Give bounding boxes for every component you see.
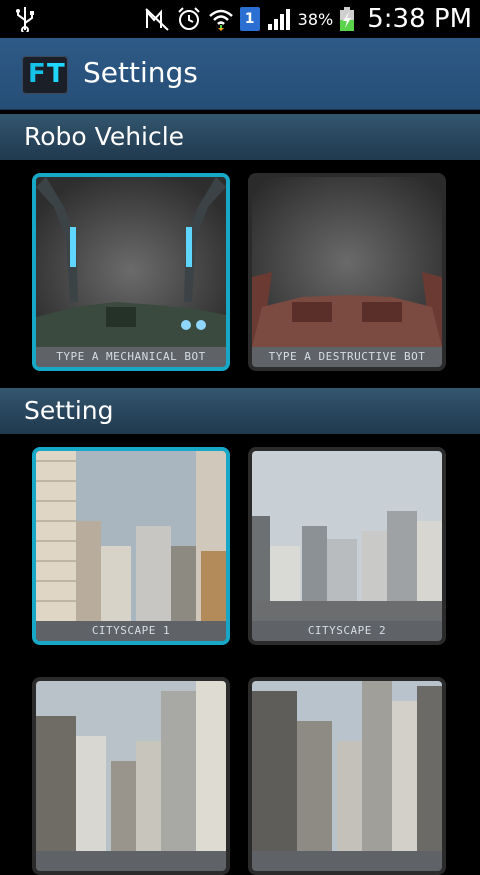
battery-percent: 38% <box>297 9 334 29</box>
vehicle-card-destructive-bot[interactable]: TYPE A DESTRUCTIVE BOT <box>248 173 446 371</box>
cityscape-3-image <box>36 681 226 851</box>
page-title: Settings <box>83 56 198 89</box>
app-logo-icon[interactable]: F T <box>22 56 68 94</box>
setting-card-cityscape-2[interactable]: CITYSCAPE 2 <box>248 447 446 645</box>
card-caption <box>36 851 226 871</box>
destructive-bot-cockpit-image <box>252 177 442 347</box>
battery-charging-icon <box>340 7 355 31</box>
card-caption: TYPE A MECHANICAL BOT <box>36 347 226 367</box>
section-header-robo-vehicle: Robo Vehicle <box>0 114 480 160</box>
signal-icon <box>267 9 290 30</box>
alarm-icon <box>177 7 200 30</box>
section-header-setting: Setting <box>0 388 480 434</box>
setting-card-cityscape-1[interactable]: CITYSCAPE 1 <box>32 447 230 645</box>
card-caption: CITYSCAPE 1 <box>36 621 226 641</box>
logo-letter-t: T <box>47 59 65 89</box>
logo-letter-f: F <box>28 59 46 89</box>
cityscape-4-image <box>252 681 442 851</box>
mechanical-bot-cockpit-image <box>36 177 226 347</box>
clock: 5:38 PM <box>367 4 472 34</box>
sim-icon: 1 <box>239 7 260 31</box>
usb-icon <box>16 7 34 32</box>
card-caption: TYPE A DESTRUCTIVE BOT <box>252 347 442 367</box>
vehicle-card-mechanical-bot[interactable]: TYPE A MECHANICAL BOT <box>32 173 230 371</box>
cityscape-2-image <box>252 451 442 621</box>
card-caption <box>252 851 442 871</box>
status-bar: 1 38% 5:38 PM <box>0 0 480 38</box>
no-signal-icon <box>144 8 169 31</box>
wifi-icon <box>208 9 233 31</box>
setting-card-cityscape-3[interactable] <box>32 677 230 875</box>
card-caption: CITYSCAPE 2 <box>252 621 442 641</box>
cityscape-1-image <box>36 451 226 621</box>
app-bar: F T Settings <box>0 38 480 110</box>
setting-card-cityscape-4[interactable] <box>248 677 446 875</box>
